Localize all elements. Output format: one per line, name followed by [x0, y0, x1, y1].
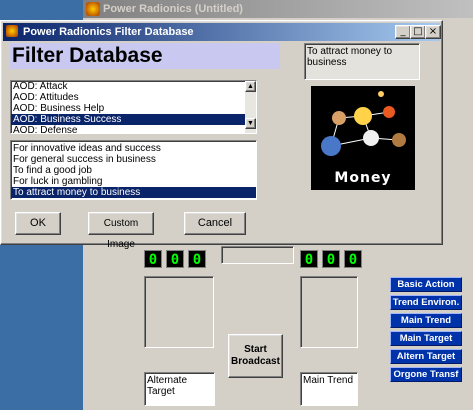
alternate-target-field[interactable]: Alternate Target: [144, 372, 215, 406]
description-box: To attract money to business: [304, 43, 420, 80]
main-trend-field[interactable]: Main Trend: [300, 372, 358, 406]
filter-database-dialog: Power Radionics Filter Database _ □ × Fi…: [0, 20, 443, 250]
ok-label: OK: [30, 217, 46, 229]
ok-button[interactable]: OK: [15, 212, 61, 235]
start-broadcast-label: Start Broadcast: [231, 344, 280, 367]
cancel-label: Cancel: [197, 217, 233, 229]
dialog-heading-box: Filter Database: [10, 43, 280, 69]
minimize-button[interactable]: _: [395, 25, 411, 39]
scroll-up-icon[interactable]: ▲: [245, 81, 256, 92]
main-trend-button[interactable]: Main Trend: [390, 313, 462, 328]
alternate-target-image-well[interactable]: [144, 276, 214, 348]
custom-image-button[interactable]: Custom Image: [88, 212, 154, 250]
main-window-titlebar[interactable]: Power Radionics (Untitled): [83, 0, 473, 18]
counter-digit: 0: [300, 250, 318, 268]
dialog-heading: Filter Database: [12, 44, 163, 67]
maximize-button[interactable]: □: [410, 25, 426, 39]
list-item[interactable]: AOD: Attitudes: [11, 92, 256, 103]
list-item[interactable]: AOD: Attack: [11, 81, 256, 92]
scroll-down-icon[interactable]: ▼: [245, 118, 256, 129]
image-caption: Money: [334, 170, 392, 186]
basic-action-button[interactable]: Basic Action: [390, 277, 462, 292]
main-app-icon: [86, 2, 100, 16]
counter-digit: 0: [166, 250, 184, 268]
orgone-transf-button[interactable]: Orgone Transf: [390, 367, 462, 382]
list-item-selected[interactable]: To attract money to business: [11, 187, 256, 198]
cancel-button[interactable]: Cancel: [184, 212, 246, 235]
close-button[interactable]: ×: [425, 25, 441, 39]
main-window-title: Power Radionics (Untitled): [103, 3, 243, 15]
category-scrollbar[interactable]: ▲ ▼: [245, 81, 256, 133]
main-target-button[interactable]: Main Target: [390, 331, 462, 346]
dialog-title: Power Radionics Filter Database: [23, 26, 194, 38]
list-item[interactable]: AOD: Business Help: [11, 103, 256, 114]
list-item[interactable]: For luck in gambling: [11, 176, 256, 187]
main-trend-image-well[interactable]: [300, 276, 358, 348]
start-broadcast-button[interactable]: Start Broadcast: [228, 334, 283, 378]
custom-image-label: Custom Image: [103, 218, 139, 250]
filter-image: Money: [311, 86, 415, 190]
counter-digit: 0: [188, 250, 206, 268]
main-trend-label: Main Trend: [303, 375, 354, 386]
dialog-titlebar[interactable]: Power Radionics Filter Database: [3, 23, 440, 41]
counter-digit: 0: [344, 250, 362, 268]
altern-target-button[interactable]: Altern Target: [390, 349, 462, 364]
counter-digit: 0: [144, 250, 162, 268]
list-item[interactable]: To find a good job: [11, 165, 256, 176]
center-indicator: [221, 246, 294, 264]
alternate-target-label: Alternate Target: [147, 375, 188, 397]
trend-environ-button[interactable]: Trend Environ.: [390, 295, 462, 310]
list-item[interactable]: For general success in business: [11, 154, 256, 165]
category-list[interactable]: AOD: Attack AOD: Attitudes AOD: Business…: [10, 80, 257, 134]
list-item[interactable]: For innovative ideas and success: [11, 143, 256, 154]
list-item[interactable]: AOD: Defense: [11, 125, 256, 133]
list-item-selected[interactable]: AOD: Business Success: [11, 114, 256, 125]
filter-list[interactable]: For innovative ideas and success For gen…: [10, 140, 257, 200]
description-text: To attract money to business: [307, 46, 393, 68]
counter-digit: 0: [322, 250, 340, 268]
dialog-app-icon: [6, 25, 18, 37]
